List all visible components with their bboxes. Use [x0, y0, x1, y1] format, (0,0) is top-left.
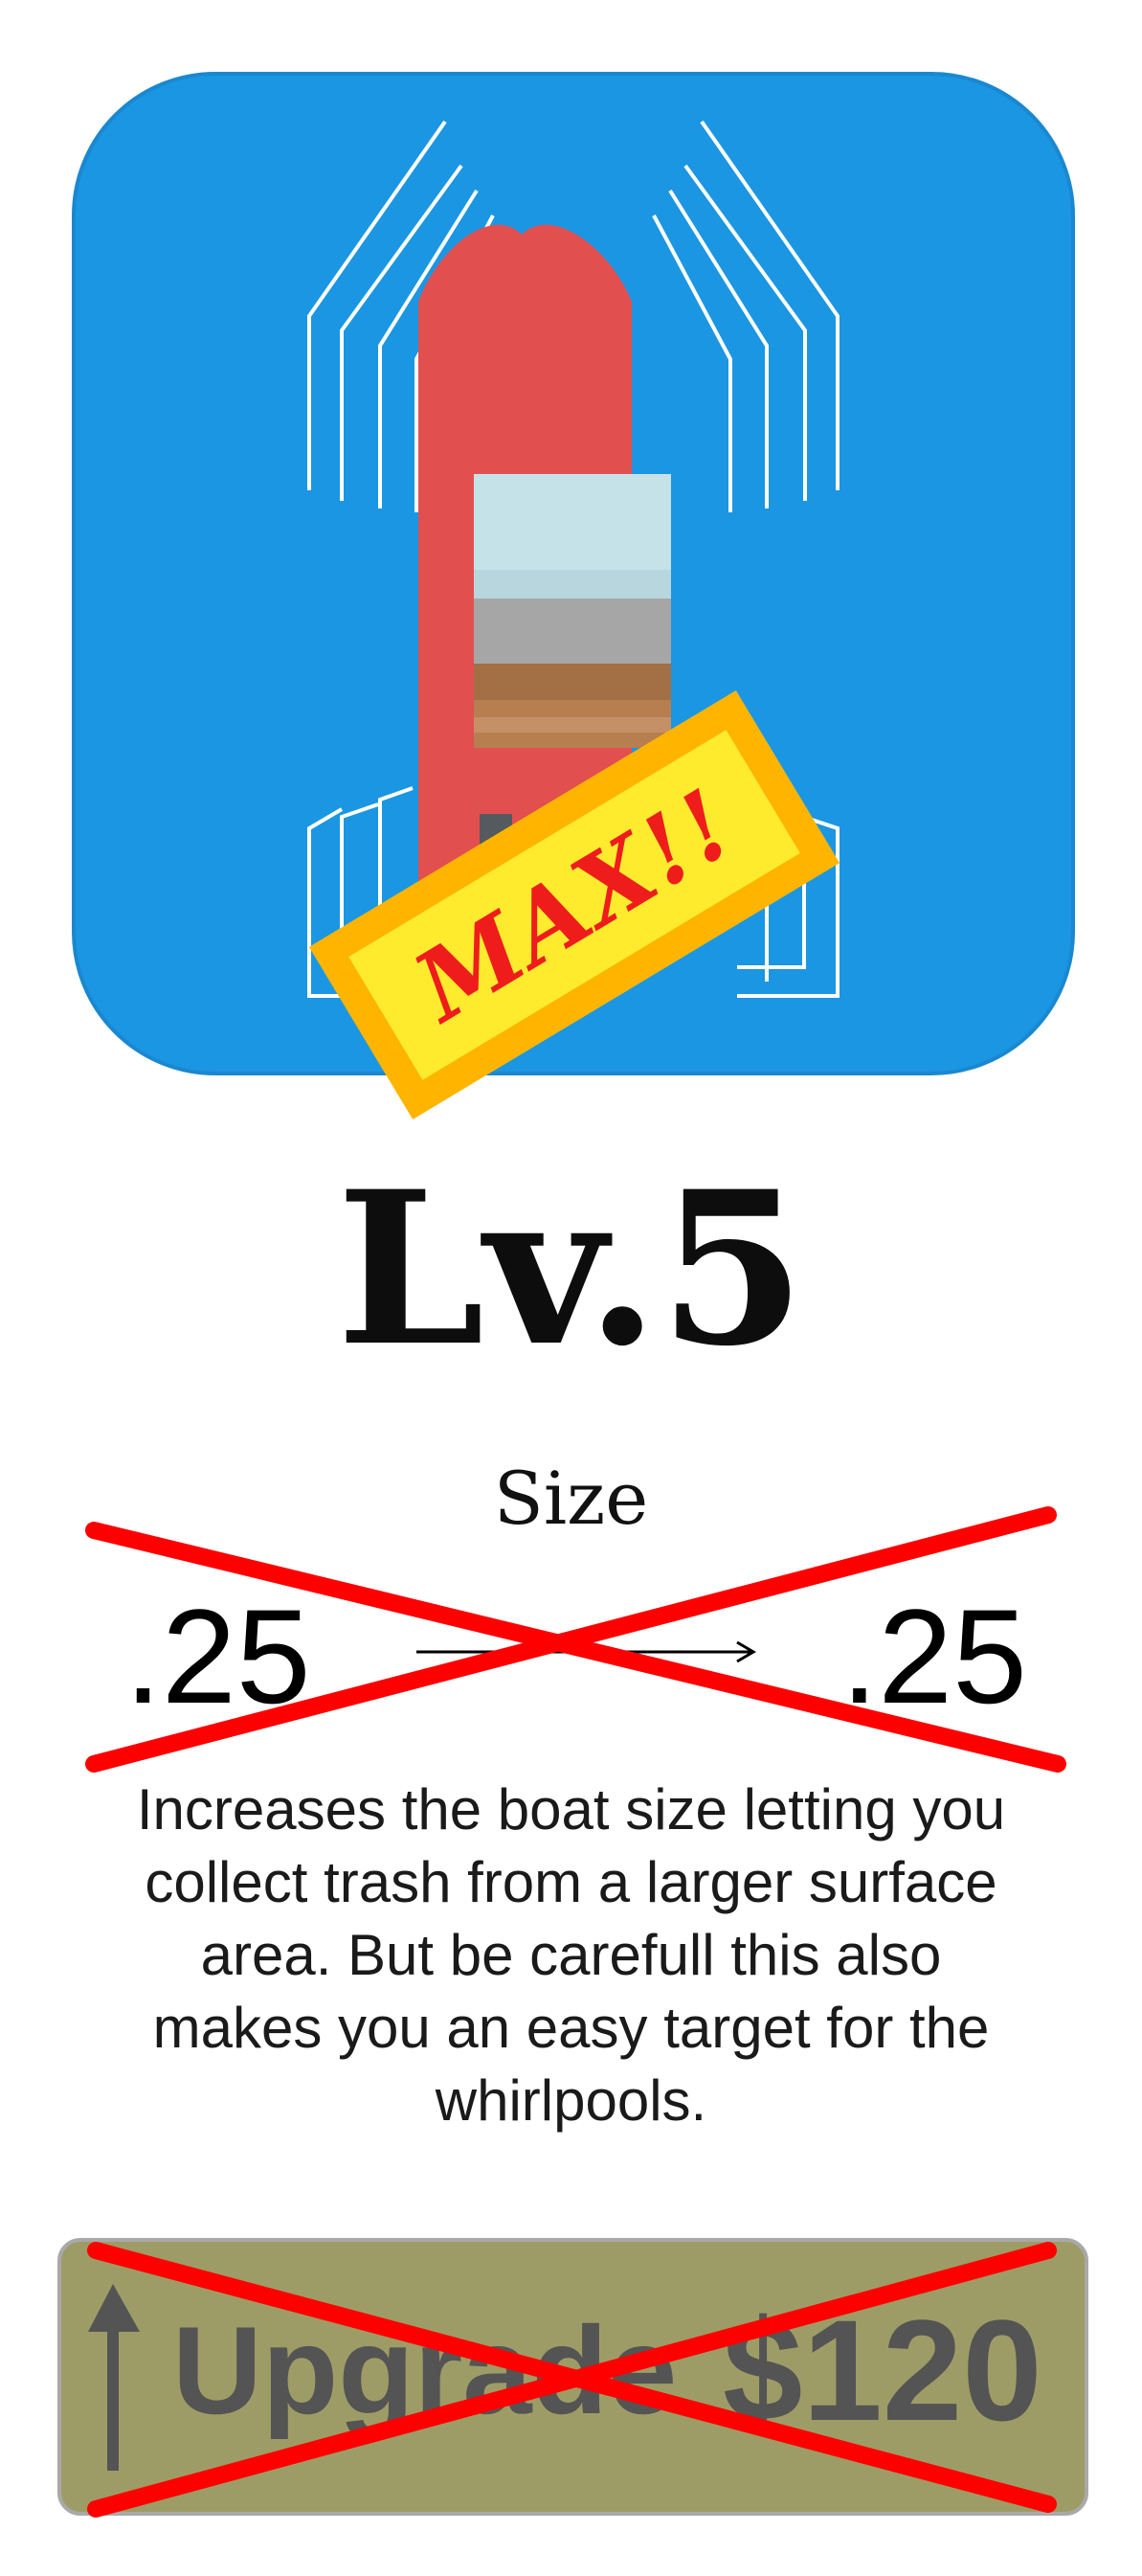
boat-window: [474, 474, 671, 570]
upgrade-description: Increases the boat size letting you coll…: [136, 1777, 1006, 2133]
wake-lines-right: [652, 120, 840, 512]
upgrade-disabled-x-mark: [87, 2242, 1057, 2518]
stat-disabled-x-mark: [85, 1506, 1066, 1773]
level-title: Lv.5: [336, 1144, 806, 1392]
